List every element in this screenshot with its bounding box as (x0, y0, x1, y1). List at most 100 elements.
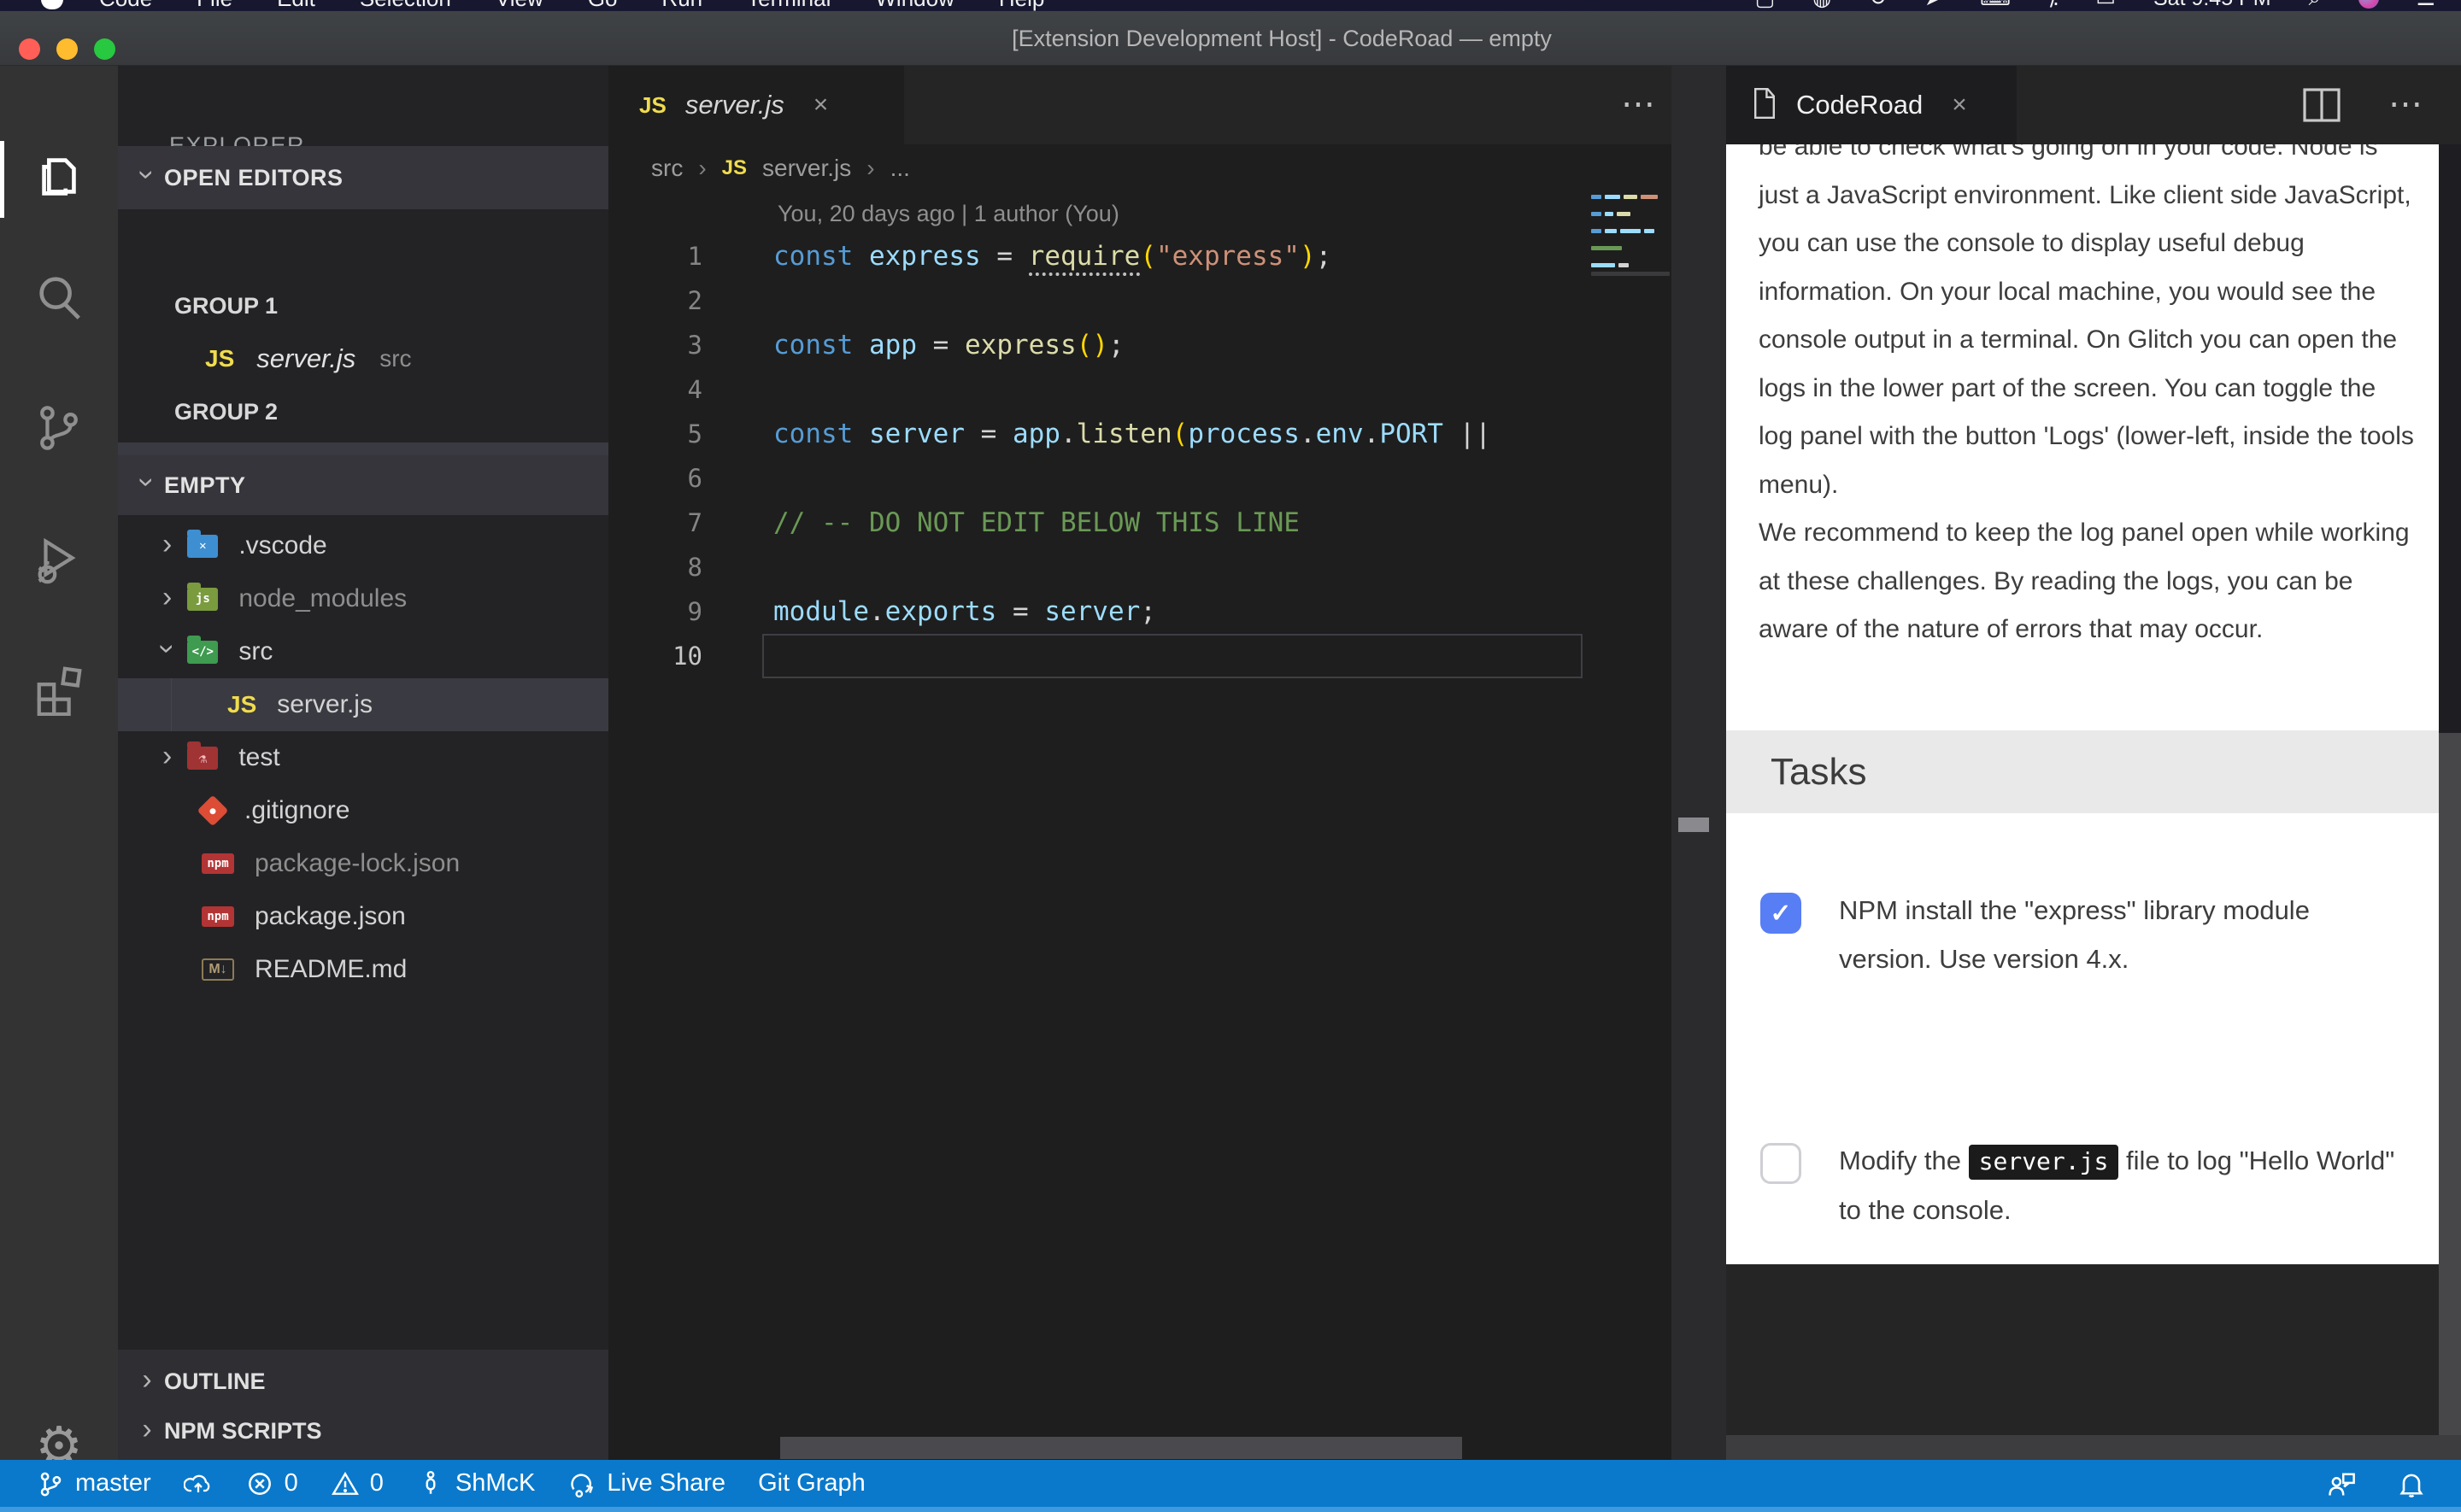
code-line[interactable]: 3const app = express(); (608, 323, 1591, 367)
breadcrumb-item[interactable]: src (651, 155, 683, 182)
open-editor-item-serverjs[interactable]: JSserver.jssrc (118, 332, 608, 385)
close-tab-icon[interactable]: × (813, 91, 829, 120)
breadcrumb-item[interactable]: server.js (762, 155, 851, 182)
tab-server-js[interactable]: JS server.js × (608, 66, 904, 144)
chevron-right-icon: › (162, 581, 172, 614)
task-text: NPM install the "express" library module… (1839, 886, 2403, 983)
status-item-git-graph[interactable]: Git Graph (758, 1469, 866, 1497)
menu-item-view[interactable]: View (496, 0, 543, 11)
menu-item-file[interactable]: File (197, 0, 232, 11)
status-feedback-icon[interactable] (2326, 1468, 2357, 1499)
apple-menu-icon[interactable] (41, 0, 63, 9)
task-checkbox[interactable] (1760, 1143, 1801, 1184)
status-item-cloud-upload[interactable] (184, 1469, 213, 1498)
close-tab-icon[interactable]: × (1952, 91, 1967, 120)
status-bell-icon[interactable] (2396, 1468, 2427, 1499)
menu-item-edit[interactable]: Edit (277, 0, 315, 11)
activity-run-debug-icon[interactable] (0, 513, 118, 607)
menu-item-run[interactable]: Run (661, 0, 702, 11)
code-line[interactable]: 2 (608, 278, 1591, 323)
outline-section-header[interactable]: › OUTLINE (118, 1357, 608, 1406)
line-number: 2 (608, 286, 702, 315)
chevron-right-icon: › (142, 1413, 151, 1446)
warning-icon (331, 1469, 360, 1498)
code-line[interactable]: 6 (608, 456, 1591, 501)
editor-horizontal-scrollbar[interactable] (780, 1437, 1462, 1459)
line-number: 6 (608, 464, 702, 493)
sidebar-bottom-sections: › OUTLINE › NPM SCRIPTS (118, 1350, 608, 1460)
activity-search-icon[interactable] (0, 251, 118, 345)
tree-item-src[interactable]: ›</>src (118, 625, 608, 678)
battery-icon[interactable]: ▭ (2095, 0, 2116, 11)
menu-item-code[interactable]: Code (99, 0, 152, 11)
tree-item-node_modules[interactable]: ›jsnode_modules (118, 572, 608, 625)
mic-icon (416, 1469, 445, 1498)
status-item-master[interactable]: master (36, 1469, 151, 1498)
keystroke-icon[interactable]: ⌨ (1980, 0, 2011, 11)
tab-coderoad[interactable]: CodeRoad × (1726, 66, 2017, 144)
status-item-live-share[interactable]: Live Share (567, 1469, 725, 1498)
inline-code-chip: server.js (1969, 1145, 2119, 1180)
window-bottom-edge (0, 1507, 2461, 1512)
menu-item-selection[interactable]: Selection (360, 0, 451, 11)
tree-item-serverjs[interactable]: JSserver.js (118, 678, 608, 731)
window-title-bar[interactable]: [Extension Development Host] - CodeRoad … (0, 11, 2461, 66)
task-checkbox[interactable]: ✓ (1760, 893, 1801, 934)
search-icon[interactable]: ⌕ (2309, 0, 2321, 11)
tree-item-test[interactable]: ›⚗test (118, 731, 608, 784)
markdown-icon: M↓ (202, 958, 234, 981)
live-share-icon (567, 1469, 596, 1498)
codelens-annotation[interactable]: You, 20 days ago | 1 author (You) (778, 201, 1119, 227)
status-item-0[interactable]: 0 (245, 1469, 298, 1498)
status-item-0[interactable]: 0 (331, 1469, 384, 1498)
tree-item-gitignore[interactable]: .gitignore (118, 784, 608, 837)
folder-section-header[interactable]: › EMPTY (118, 455, 608, 515)
branch-icon (36, 1469, 65, 1498)
code-line[interactable]: 5const server = app.listen(process.env.P… (608, 412, 1591, 456)
siri-icon[interactable] (2358, 0, 2379, 9)
tasks-section-header: Tasks (1726, 730, 2439, 813)
current-line-highlight (762, 634, 1583, 678)
code-line[interactable]: 1const express = require("express"); (608, 234, 1591, 278)
split-editor-icon[interactable] (2303, 88, 2341, 126)
webview-scrollbar[interactable] (2439, 144, 2461, 1435)
activity-explorer-icon[interactable] (0, 130, 118, 224)
tree-item-READMEmd[interactable]: M↓README.md (118, 943, 608, 996)
menu-item-help[interactable]: Help (999, 0, 1044, 11)
menu-item-terminal[interactable]: Terminal (747, 0, 831, 11)
menu-item-go[interactable]: Go (588, 0, 618, 11)
open-editors-group-label: GROUP 2 (118, 385, 608, 438)
tree-item-packagelockjson[interactable]: npmpackage-lock.json (118, 837, 608, 890)
editor-more-actions-icon[interactable]: ⋯ (1621, 85, 1658, 124)
git-icon (197, 795, 229, 827)
code-line[interactable]: 4 (608, 367, 1591, 412)
minimap[interactable] (1591, 195, 1673, 280)
play-icon[interactable]: ➤ (1924, 0, 1942, 11)
panel-more-actions-icon[interactable]: ⋯ (2388, 85, 2425, 124)
control-center-icon[interactable]: ☰ (2417, 0, 2435, 11)
explorer-sidebar: EXPLORER › OPEN EDITORS GROUP 1JSserver.… (118, 66, 608, 1460)
activity-source-control-icon[interactable] (0, 381, 118, 475)
tree-item-packagejson[interactable]: npmpackage.json (118, 890, 608, 943)
breadcrumb-item[interactable]: ... (890, 155, 910, 182)
refresh-icon[interactable]: ↻ (1869, 0, 1887, 11)
status-item-shmck[interactable]: ShMcK (416, 1469, 535, 1498)
chevron-right-icon: › (162, 528, 172, 561)
activity-extensions-icon[interactable] (0, 642, 118, 736)
display-icon[interactable]: ▢ (1755, 0, 1776, 11)
menu-clock[interactable]: Sat 9:45 PM (2153, 0, 2271, 11)
code-line[interactable]: 7// -- DO NOT EDIT BELOW THIS LINE (608, 501, 1591, 545)
tree-item-vscode[interactable]: ›✕.vscode (118, 519, 608, 572)
breadcrumb[interactable]: src›JSserver.js›... (651, 144, 910, 192)
breadcrumb-separator: › (866, 155, 874, 182)
menu-item-window[interactable]: Window (875, 0, 954, 11)
npm-scripts-section-header[interactable]: › NPM SCRIPTS (118, 1406, 608, 1456)
code-editor[interactable]: 1const express = require("express"); 2 3co… (608, 234, 1591, 678)
code-line[interactable]: 9module.exports = server; (608, 589, 1591, 634)
open-editors-header[interactable]: › OPEN EDITORS (118, 146, 608, 209)
shield-icon[interactable]: ◍ (1812, 0, 1831, 11)
percent-icon[interactable]: ⁒ (2048, 0, 2058, 11)
code-line[interactable]: 8 (608, 545, 1591, 589)
editor-scrollbar[interactable] (1671, 66, 1726, 1460)
chevron-down-icon: › (150, 643, 184, 653)
